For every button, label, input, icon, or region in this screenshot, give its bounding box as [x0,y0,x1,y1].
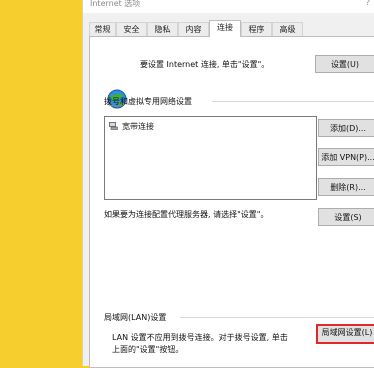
tab-privacy[interactable]: 隐私 [147,22,178,36]
tab-programs[interactable]: 程序 [241,22,272,36]
tab-general[interactable]: 常规 [89,22,116,36]
tab-security[interactable]: 安全 [116,22,147,36]
add-vpn-button[interactable]: 添加 VPN(P)... [318,148,374,166]
proxy-hint-text: 如果要为连接配置代理服务器, 请选择"设置"。 [104,210,269,219]
tab-content[interactable]: 内容 [178,22,209,36]
connection-name: 宽带连接 [122,122,154,131]
tab-advanced[interactable]: 高级 [272,22,303,36]
remove-connection-button[interactable]: 删除(R)... [318,178,374,196]
lan-settings-button[interactable]: 局域网设置(L) [316,324,374,344]
dialup-separator [212,101,374,102]
connections-list[interactable]: 宽带连接 [104,116,317,200]
dialup-heading: 拨号和虚拟专用网络设置 [104,97,192,106]
setup-button[interactable]: 设置(U) [315,55,374,73]
dialog-title: Internet 选项 [90,0,141,8]
add-connection-button[interactable]: 添加(D)... [318,119,374,137]
proxy-settings-button[interactable]: 设置(S) [318,208,374,226]
tab-connections[interactable]: 连接 [209,20,241,37]
lan-note-line2: 上面的"设置"按钮。 [112,345,184,354]
internet-options-dialog: Internet 选项 ? 常规 安全 隐私 内容 连接 程序 高级 要设置 I… [82,0,374,368]
network-connection-icon [109,122,118,130]
lan-heading: 局域网(LAN)设置 [104,313,167,322]
lan-note-line1: LAN 设置不应用到拨号连接。对于拨号设置, 单击 [112,333,288,342]
lan-separator [180,317,374,318]
desktop-background [0,0,82,366]
setup-text: 要设置 Internet 连接, 单击"设置"。 [140,60,270,69]
help-button[interactable]: ? [366,0,370,7]
title-bar: Internet 选项 ? [83,0,374,13]
connections-panel: 要设置 Internet 连接, 单击"设置"。 设置(U) 拨号和虚拟专用网络… [89,36,374,368]
